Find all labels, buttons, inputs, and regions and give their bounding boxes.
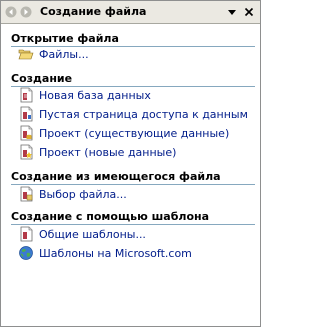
close-icon[interactable] — [243, 5, 255, 19]
choose-file-label: Выбор файла... — [39, 187, 127, 201]
task-pane: Создание файла Открытие файла Файлы... С… — [0, 0, 261, 327]
templates-icon — [18, 226, 34, 242]
new-database-label: Новая база данных — [39, 88, 151, 102]
general-templates-label: Общие шаблоны... — [39, 227, 146, 241]
project-new-icon — [18, 144, 34, 160]
open-files-link[interactable]: Файлы... — [18, 45, 89, 63]
templates-on-microsoft-link[interactable]: Шаблоны на Microsoft.com — [18, 244, 192, 262]
general-templates-link[interactable]: Общие шаблоны... — [18, 225, 146, 243]
project-new-data-label: Проект (новые данные) — [39, 145, 177, 159]
back-arrow-icon[interactable] — [5, 5, 17, 19]
project-existing-data-link[interactable]: Проект (существующие данные) — [18, 124, 229, 142]
project-new-data-link[interactable]: Проект (новые данные) — [18, 143, 176, 161]
blank-data-access-page-label: Пустая страница доступа к данным — [39, 107, 248, 121]
task-pane-title-bar: Создание файла — [1, 1, 260, 24]
pane-menu-dropdown-icon[interactable] — [226, 5, 238, 19]
task-pane-title: Создание файла — [40, 5, 147, 18]
choose-file-icon — [18, 186, 34, 202]
project-existing-icon — [18, 125, 34, 141]
templates-on-microsoft-label: Шаблоны на Microsoft.com — [39, 246, 192, 260]
folder-open-icon — [18, 46, 34, 62]
globe-icon — [18, 245, 34, 261]
open-files-label: Файлы... — [39, 47, 89, 61]
section-header-from-existing: Создание из имеющегося файла — [11, 170, 255, 185]
database-file-icon — [18, 87, 34, 103]
section-header-from-template: Создание с помощью шаблона — [11, 210, 255, 225]
data-access-page-icon — [18, 106, 34, 122]
forward-arrow-icon[interactable] — [20, 5, 32, 19]
choose-file-link[interactable]: Выбор файла... — [18, 185, 127, 203]
section-header-create: Создание — [11, 72, 255, 87]
project-existing-data-label: Проект (существующие данные) — [39, 126, 230, 140]
blank-data-access-page-link[interactable]: Пустая страница доступа к данным — [18, 105, 248, 123]
new-database-link[interactable]: Новая база данных — [18, 86, 151, 104]
